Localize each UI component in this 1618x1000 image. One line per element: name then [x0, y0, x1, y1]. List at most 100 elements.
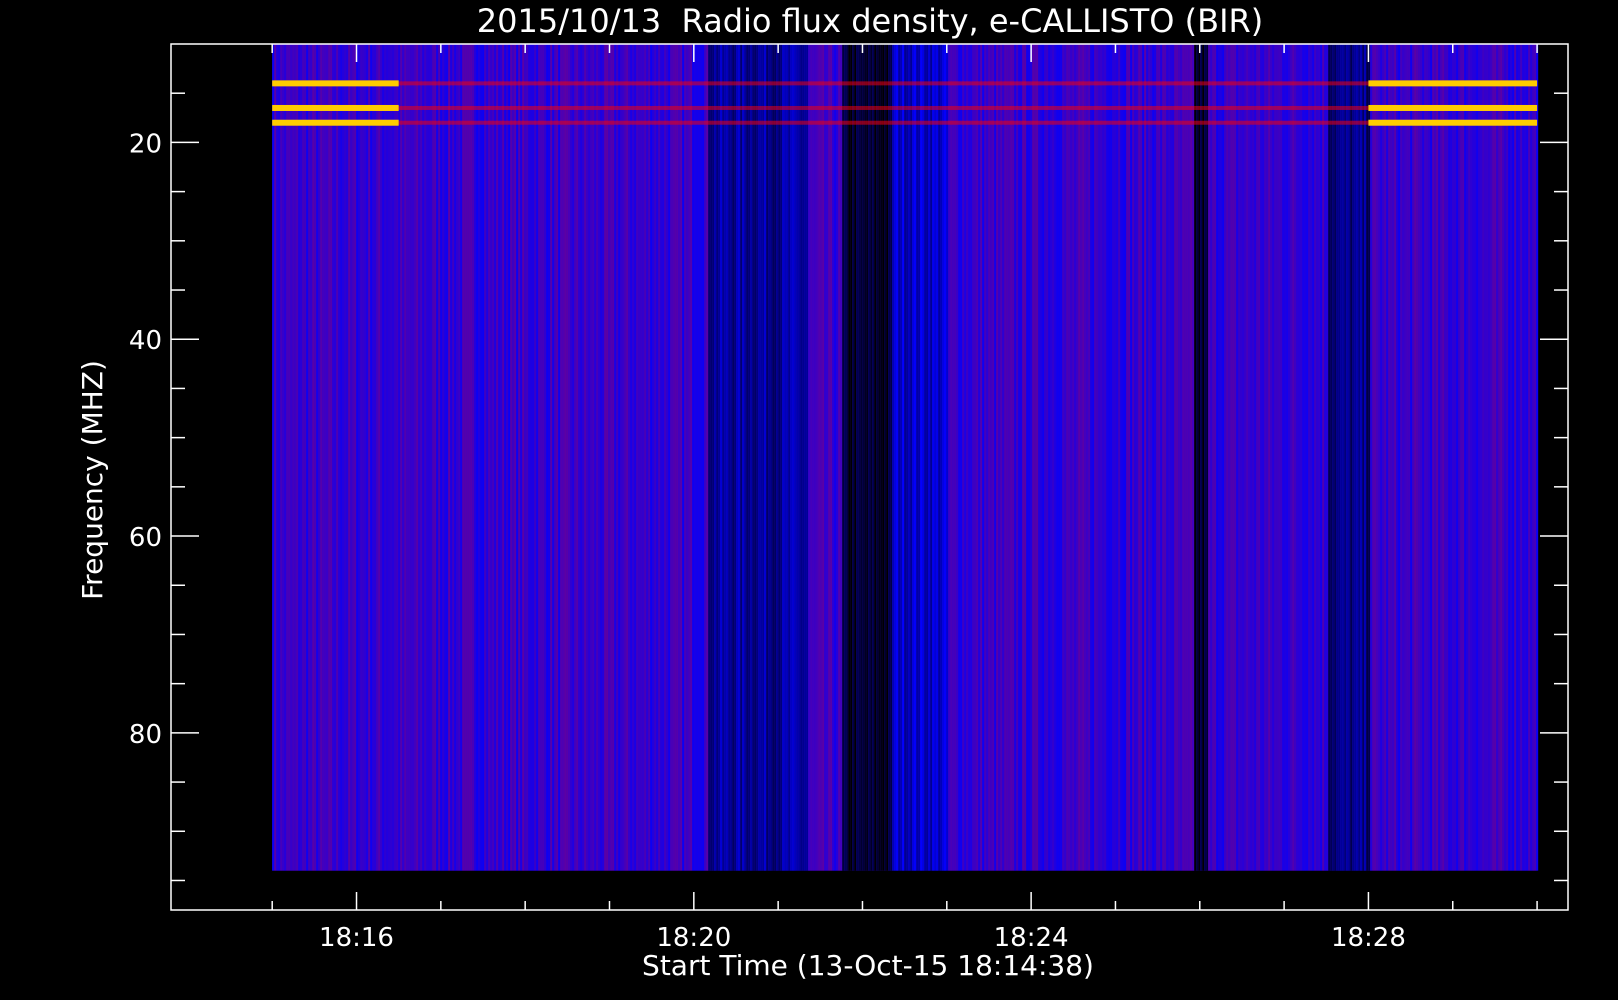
heatmap-column [874, 44, 877, 871]
heatmap-column [1488, 44, 1491, 871]
heatmap-column [1434, 44, 1437, 871]
heatmap-column [374, 44, 377, 871]
heatmap-column [1290, 44, 1293, 871]
heatmap-column [1032, 44, 1035, 871]
heatmap-column [532, 44, 535, 871]
heatmap-column [508, 44, 511, 871]
heatmap-column [1034, 44, 1037, 871]
heatmap-column [798, 44, 801, 871]
heatmap-column [834, 44, 837, 871]
heatmap-column [968, 44, 971, 871]
heatmap-column [1422, 44, 1425, 871]
heatmap-column [1344, 44, 1347, 871]
heatmap-bright-segment [1368, 104, 1538, 111]
heatmap-column [356, 44, 359, 871]
heatmap-column [804, 44, 807, 871]
heatmap-column [568, 44, 571, 871]
heatmap-column [1268, 44, 1271, 871]
heatmap-column [438, 44, 441, 871]
heatmap-column [624, 44, 627, 871]
heatmap-column [1522, 44, 1525, 871]
heatmap-column [1052, 44, 1055, 871]
heatmap-column [1048, 44, 1051, 871]
heatmap-column [434, 44, 437, 871]
heatmap-column [1224, 44, 1227, 871]
heatmap-column [348, 44, 351, 871]
heatmap-column [1456, 44, 1459, 871]
heatmap-column [924, 44, 927, 871]
heatmap-column [1326, 44, 1329, 871]
heatmap-column [628, 44, 631, 871]
heatmap-column [504, 44, 507, 871]
heatmap-column [748, 44, 751, 871]
heatmap-column [822, 44, 825, 871]
heatmap-column [1414, 44, 1417, 871]
heatmap-column [910, 44, 913, 871]
heatmap-column [1362, 44, 1365, 871]
heatmap-column [492, 44, 495, 871]
heatmap-column [1296, 44, 1299, 871]
heatmap-column [1038, 44, 1041, 871]
heatmap-column [1410, 44, 1413, 871]
heatmap-column [444, 44, 447, 871]
heatmap-column [330, 44, 333, 871]
heatmap-column [824, 44, 827, 871]
heatmap-column [1352, 44, 1355, 871]
heatmap-column [1370, 44, 1373, 871]
heatmap-column [636, 44, 639, 871]
x-tick-label: 18:28 [1331, 923, 1406, 953]
heatmap-column [956, 44, 959, 871]
heatmap-column [1386, 44, 1389, 871]
heatmap-column [1174, 44, 1177, 871]
heatmap-column [1514, 44, 1517, 871]
heatmap-column [586, 44, 589, 871]
heatmap-column [1260, 44, 1263, 871]
heatmap-column [1322, 44, 1325, 871]
heatmap-column [728, 44, 731, 871]
heatmap-column [464, 44, 467, 871]
heatmap-column [1110, 44, 1113, 871]
heatmap-column [408, 44, 411, 871]
heatmap-column [564, 44, 567, 871]
x-tick-label: 18:16 [319, 923, 394, 953]
heatmap-column [1524, 44, 1527, 871]
heatmap-column [750, 44, 753, 871]
heatmap-column [1262, 44, 1265, 871]
heatmap-column [1338, 44, 1341, 871]
heatmap-column [512, 44, 515, 871]
heatmap-column [384, 44, 387, 871]
heatmap-column [638, 44, 641, 871]
heatmap-column [1450, 44, 1453, 871]
heatmap-column [1366, 44, 1369, 871]
heatmap-column [866, 44, 869, 871]
heatmap-column [886, 44, 889, 871]
heatmap-column [1472, 44, 1475, 871]
heatmap-column [1520, 44, 1523, 871]
heatmap-column [1144, 44, 1147, 871]
heatmap-column [566, 44, 569, 871]
heatmap-column [286, 44, 289, 871]
heatmap-column [674, 44, 677, 871]
heatmap-column [1084, 44, 1087, 871]
heatmap-column [708, 44, 711, 871]
heatmap-column [1432, 44, 1435, 871]
heatmap-column [630, 44, 633, 871]
heatmap-column [1254, 44, 1257, 871]
heatmap-column [686, 44, 689, 871]
heatmap-column [738, 44, 741, 871]
heatmap-column [1178, 44, 1181, 871]
heatmap-column [1484, 44, 1487, 871]
heatmap-column [732, 44, 735, 871]
heatmap-column [1208, 44, 1211, 871]
heatmap-column [1044, 44, 1047, 871]
heatmap-column [1200, 44, 1203, 871]
heatmap-column [548, 44, 551, 871]
heatmap-bright-segment [272, 119, 399, 126]
heatmap-column [1162, 44, 1165, 871]
heatmap-column [1234, 44, 1237, 871]
heatmap-column [988, 44, 991, 871]
heatmap-column [620, 44, 623, 871]
heatmap-column [1474, 44, 1477, 871]
heatmap-column [580, 44, 583, 871]
heatmap-column [632, 44, 635, 871]
